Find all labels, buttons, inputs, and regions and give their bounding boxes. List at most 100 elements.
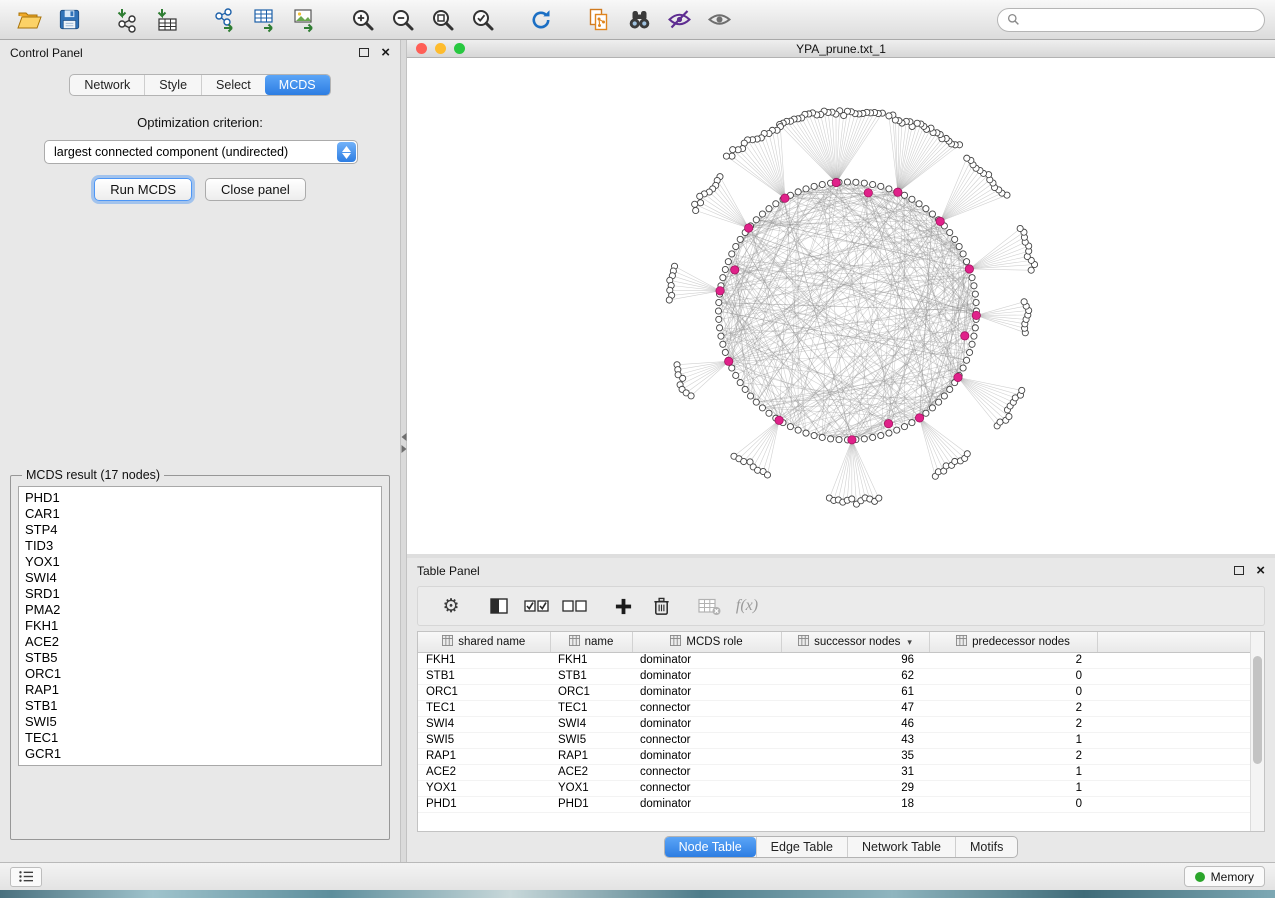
mcds-result-item[interactable]: STB1 (25, 698, 375, 714)
column-layout-button[interactable] (480, 589, 518, 623)
network-graph[interactable] (407, 58, 1275, 554)
export-table-button[interactable] (246, 3, 284, 37)
add-column-button[interactable] (604, 589, 642, 623)
delete-column-button[interactable] (642, 589, 680, 623)
divider-handle-icon[interactable] (401, 433, 406, 453)
minimize-window-button[interactable] (435, 43, 446, 54)
cell-shared-name[interactable]: RAP1 (418, 748, 550, 764)
cell-successor-nodes[interactable]: 61 (781, 684, 929, 700)
cell-name[interactable]: FKH1 (550, 652, 632, 668)
delete-table-button[interactable] (690, 589, 728, 623)
cell-successor-nodes[interactable]: 46 (781, 716, 929, 732)
cell-shared-name[interactable]: SWI5 (418, 732, 550, 748)
show-all-button[interactable] (700, 3, 738, 37)
copy-network-button[interactable] (580, 3, 618, 37)
mcds-result-item[interactable]: CAR1 (25, 506, 375, 522)
cell-name[interactable]: ACE2 (550, 764, 632, 780)
mcds-result-item[interactable]: TEC1 (25, 730, 375, 746)
cell-name[interactable]: ORC1 (550, 684, 632, 700)
cell-mcds-role[interactable]: dominator (632, 716, 781, 732)
cell-predecessor-nodes[interactable]: 2 (929, 652, 1097, 668)
open-session-button[interactable] (10, 3, 48, 37)
cell-name[interactable]: YOX1 (550, 780, 632, 796)
cell-successor-nodes[interactable]: 29 (781, 780, 929, 796)
deselect-all-columns-button[interactable] (556, 589, 594, 623)
select-all-columns-button[interactable] (518, 589, 556, 623)
network-search-box[interactable] (997, 8, 1265, 32)
task-history-button[interactable] (10, 867, 42, 887)
close-table-panel-icon[interactable]: × (1256, 563, 1265, 578)
cell-successor-nodes[interactable]: 96 (781, 652, 929, 668)
mcds-result-item[interactable]: ORC1 (25, 666, 375, 682)
table-vertical-scrollbar[interactable] (1250, 632, 1264, 831)
cell-mcds-role[interactable]: dominator (632, 796, 781, 812)
table-row[interactable]: RAP1RAP1dominator352 (418, 748, 1250, 764)
table-row[interactable]: SWI4SWI4dominator462 (418, 716, 1250, 732)
optimization-dropdown[interactable]: largest connected component (undirected) (44, 140, 358, 164)
cell-shared-name[interactable]: YOX1 (418, 780, 550, 796)
column-header-predecessor-nodes[interactable]: predecessor nodes (929, 632, 1097, 652)
cell-name[interactable]: TEC1 (550, 700, 632, 716)
save-session-button[interactable] (50, 3, 88, 37)
mcds-result-item[interactable]: SWI4 (25, 570, 375, 586)
close-panel-button[interactable]: Close panel (205, 178, 306, 201)
cell-successor-nodes[interactable]: 31 (781, 764, 929, 780)
cell-shared-name[interactable]: SWI4 (418, 716, 550, 732)
table-row[interactable]: ACE2ACE2connector311 (418, 764, 1250, 780)
import-network-button[interactable] (108, 3, 146, 37)
export-image-button[interactable] (286, 3, 324, 37)
table-row[interactable]: FKH1FKH1dominator962 (418, 652, 1250, 668)
table-row[interactable]: YOX1YOX1connector291 (418, 780, 1250, 796)
cell-successor-nodes[interactable]: 43 (781, 732, 929, 748)
mcds-result-list[interactable]: PHD1CAR1STP4TID3YOX1SWI4SRD1PMA2FKH1ACE2… (18, 486, 382, 766)
zoom-in-button[interactable] (344, 3, 382, 37)
network-canvas[interactable] (407, 58, 1275, 554)
refresh-network-button[interactable] (522, 3, 560, 37)
cell-predecessor-nodes[interactable]: 0 (929, 684, 1097, 700)
cell-shared-name[interactable]: ORC1 (418, 684, 550, 700)
zoom-fit-button[interactable] (424, 3, 462, 37)
mcds-result-item[interactable]: ACE2 (25, 634, 375, 650)
cell-shared-name[interactable]: TEC1 (418, 700, 550, 716)
maximize-window-button[interactable] (454, 43, 465, 54)
cell-predecessor-nodes[interactable]: 2 (929, 700, 1097, 716)
column-header-name[interactable]: name (550, 632, 632, 652)
mcds-result-item[interactable]: FKH1 (25, 618, 375, 634)
table-tab-node-table[interactable]: Node Table (665, 837, 756, 857)
float-panel-icon[interactable] (359, 48, 369, 57)
run-mcds-button[interactable]: Run MCDS (94, 178, 192, 201)
table-row[interactable]: STB1STB1dominator620 (418, 668, 1250, 684)
cell-mcds-role[interactable]: connector (632, 780, 781, 796)
tab-select[interactable]: Select (201, 75, 265, 95)
cell-predecessor-nodes[interactable]: 1 (929, 764, 1097, 780)
mcds-result-item[interactable]: SRD1 (25, 586, 375, 602)
cell-name[interactable]: SWI5 (550, 732, 632, 748)
memory-button[interactable]: Memory (1184, 866, 1265, 887)
mcds-result-item[interactable]: RAP1 (25, 682, 375, 698)
cell-successor-nodes[interactable]: 47 (781, 700, 929, 716)
table-tab-network-table[interactable]: Network Table (847, 837, 955, 857)
mcds-result-item[interactable]: PMA2 (25, 602, 375, 618)
cell-shared-name[interactable]: ACE2 (418, 764, 550, 780)
cell-successor-nodes[interactable]: 35 (781, 748, 929, 764)
column-header-shared-name[interactable]: shared name (418, 632, 550, 652)
cell-shared-name[interactable]: FKH1 (418, 652, 550, 668)
cell-successor-nodes[interactable]: 18 (781, 796, 929, 812)
find-network-button[interactable] (620, 3, 658, 37)
table-tab-motifs[interactable]: Motifs (955, 837, 1017, 857)
cell-shared-name[interactable]: STB1 (418, 668, 550, 684)
tab-mcds[interactable]: MCDS (265, 75, 330, 95)
column-header-mcds-role[interactable]: MCDS role (632, 632, 781, 652)
mcds-result-item[interactable]: TID3 (25, 538, 375, 554)
mcds-result-item[interactable]: YOX1 (25, 554, 375, 570)
cell-predecessor-nodes[interactable]: 0 (929, 668, 1097, 684)
tab-style[interactable]: Style (144, 75, 201, 95)
cell-mcds-role[interactable]: dominator (632, 748, 781, 764)
cell-name[interactable]: SWI4 (550, 716, 632, 732)
cell-mcds-role[interactable]: dominator (632, 668, 781, 684)
cell-shared-name[interactable]: PHD1 (418, 796, 550, 812)
mcds-result-item[interactable]: STP4 (25, 522, 375, 538)
table-row[interactable]: ORC1ORC1dominator610 (418, 684, 1250, 700)
cell-mcds-role[interactable]: dominator (632, 652, 781, 668)
float-table-panel-icon[interactable] (1234, 566, 1244, 575)
